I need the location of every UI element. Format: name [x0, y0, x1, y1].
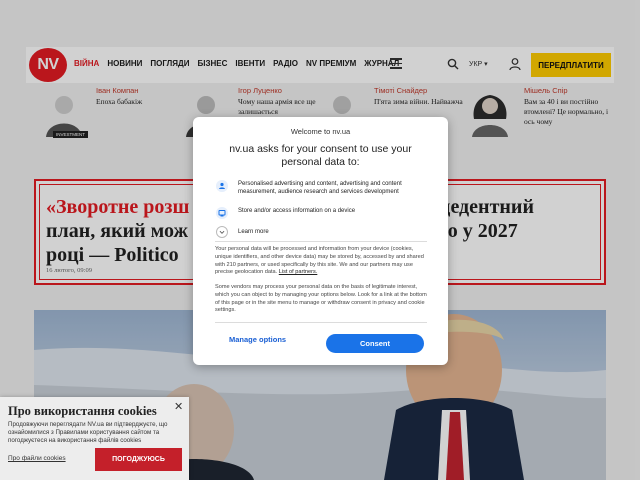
close-icon[interactable]: ✕ — [174, 400, 183, 413]
consent-purpose-text: Personalised advertising and content, ad… — [238, 181, 402, 195]
divider — [215, 322, 427, 323]
cookie-accept-button[interactable]: ПОГОДЖУЮСЬ — [95, 448, 182, 471]
consent-site-title: Welcome to nv.ua — [290, 127, 351, 136]
consent-purpose-text: Store and/or access information on a dev… — [238, 208, 356, 214]
consent-body-text: Your personal data will be processed and… — [215, 246, 427, 277]
consent-body-paragraph: Your personal data will be processed and… — [215, 246, 424, 276]
divider — [215, 241, 427, 242]
learn-more-link[interactable]: Learn more — [238, 229, 269, 235]
cookie-title: Про використання cookies — [8, 404, 157, 418]
cookie-text: Продовжуючи переглядати NV.ua ви підтвер… — [8, 421, 168, 444]
person-icon — [216, 180, 228, 192]
cookie-notice: Про використання cookies ✕ Продовжуючи п… — [0, 397, 189, 480]
chevron-down-icon[interactable] — [216, 226, 228, 238]
consent-body-text-2: Some vendors may process your personal d… — [215, 284, 427, 314]
consent-dialog: Welcome to nv.ua nv.ua asks for your con… — [193, 117, 448, 365]
consent-button[interactable]: Consent — [326, 334, 424, 353]
device-icon — [216, 207, 228, 219]
page: NV ВІЙНА НОВИНИ ПОГЛЯДИ БІЗНЕС ІВЕНТИ РА… — [0, 0, 640, 480]
cookie-info-link[interactable]: Про файли cookies — [8, 455, 66, 462]
partners-list-link[interactable]: List of partners. — [279, 269, 318, 275]
consent-heading: nv.ua asks for your consent to use your … — [229, 143, 412, 168]
manage-options-button[interactable]: Manage options — [229, 335, 286, 344]
